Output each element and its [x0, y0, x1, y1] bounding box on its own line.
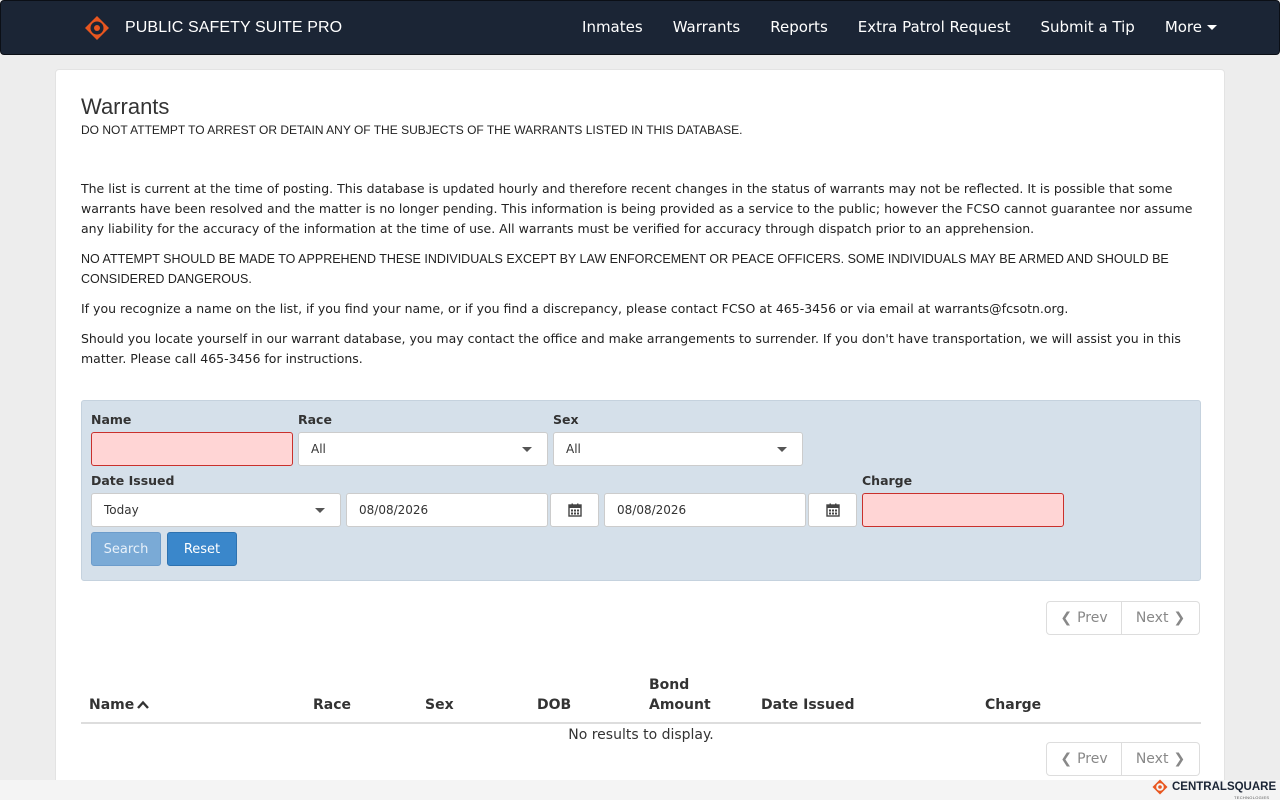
column-header-race[interactable]: Race — [313, 695, 351, 715]
disclaimer-paragraph: The list is current at the time of posti… — [81, 181, 1193, 236]
centralsquare-logo-icon — [1152, 779, 1168, 795]
race-select[interactable]: All — [298, 432, 548, 466]
race-select-value: All — [311, 442, 326, 456]
charge-input[interactable] — [862, 493, 1064, 527]
calendar-icon — [567, 503, 582, 517]
calendar-icon — [825, 503, 840, 517]
nav-extra-patrol-request[interactable]: Extra Patrol Request — [858, 18, 1011, 36]
date-issued-select[interactable]: Today — [91, 493, 341, 527]
dropdown-arrow-icon — [315, 508, 325, 513]
nav-inmates[interactable]: Inmates — [582, 18, 643, 36]
dropdown-arrow-icon — [522, 447, 532, 452]
next-page-button[interactable]: Next ❯ — [1122, 742, 1200, 776]
chevron-right-icon: ❯ — [1173, 610, 1186, 626]
date-issued-value: Today — [104, 503, 139, 517]
sex-label: Sex — [553, 412, 579, 427]
top-pagination: ❮ Prev Next ❯ — [1046, 601, 1200, 635]
sex-select-value: All — [566, 442, 581, 456]
sex-select[interactable]: All — [553, 432, 803, 466]
centralsquare-subtext: TECHNOLOGIES — [1234, 795, 1270, 800]
brand-name: PUBLIC SAFETY SUITE PRO — [125, 19, 343, 36]
search-form: Name Race All Sex All Date Issued Today … — [81, 400, 1201, 581]
name-label: Name — [91, 412, 132, 427]
column-header-sex[interactable]: Sex — [425, 695, 454, 715]
nav-submit-a-tip[interactable]: Submit a Tip — [1040, 18, 1134, 36]
page-title: Warrants — [81, 94, 170, 119]
name-input[interactable] — [91, 432, 293, 466]
chevron-right-icon: ❯ — [1173, 751, 1186, 767]
top-navbar: PUBLIC SAFETY SUITE PRO Inmates Warrants… — [0, 0, 1280, 55]
prev-label: Prev — [1077, 751, 1108, 767]
column-header-charge[interactable]: Charge — [985, 695, 1041, 715]
caret-down-icon — [1207, 24, 1217, 30]
brand[interactable]: PUBLIC SAFETY SUITE PRO — [84, 15, 342, 41]
main-nav: Inmates Warrants Reports Extra Patrol Re… — [552, 18, 1217, 36]
nav-more-label: More — [1164, 18, 1202, 36]
next-page-button[interactable]: Next ❯ — [1122, 601, 1200, 635]
main-panel: Warrants DO NOT ATTEMPT TO ARREST OR DET… — [55, 69, 1225, 789]
prev-label: Prev — [1077, 610, 1108, 626]
search-button[interactable]: Search — [91, 532, 161, 566]
column-header-bond-amount[interactable]: Bond Amount — [649, 675, 724, 715]
warning-paragraph: NO ATTEMPT SHOULD BE MADE TO APPREHEND T… — [81, 252, 1169, 286]
bottom-pagination: ❮ Prev Next ❯ — [1046, 742, 1200, 776]
column-header-name-label: Name — [89, 697, 135, 713]
prev-page-button[interactable]: ❮ Prev — [1046, 742, 1122, 776]
nav-more-dropdown[interactable]: More — [1165, 18, 1217, 36]
brand-logo-icon — [85, 16, 109, 40]
race-label: Race — [298, 412, 332, 427]
nav-reports[interactable]: Reports — [770, 18, 828, 36]
empty-results-message: No results to display. — [568, 727, 714, 743]
reset-button[interactable]: Reset — [167, 532, 237, 566]
chevron-left-icon: ❮ — [1060, 751, 1073, 767]
footer-strip — [0, 780, 1280, 800]
column-header-date-issued[interactable]: Date Issued — [761, 695, 855, 715]
page-subtitle: DO NOT ATTEMPT TO ARREST OR DETAIN ANY O… — [81, 123, 743, 137]
next-label: Next — [1135, 610, 1169, 626]
surrender-paragraph: Should you locate yourself in our warran… — [81, 331, 1181, 366]
date-from-calendar-button[interactable] — [550, 493, 599, 527]
date-issued-label: Date Issued — [91, 473, 175, 488]
centralsquare-logo[interactable]: CENTRALSQUARE — [1152, 779, 1276, 795]
charge-label: Charge — [862, 473, 913, 488]
sort-ascending-icon — [137, 700, 150, 709]
column-header-name[interactable]: Name — [89, 695, 150, 715]
date-to-calendar-button[interactable] — [808, 493, 857, 527]
next-label: Next — [1135, 751, 1169, 767]
contact-paragraph: If you recognize a name on the list, if … — [81, 301, 1069, 316]
chevron-left-icon: ❮ — [1060, 610, 1073, 626]
date-from-input[interactable]: 08/08/2026 — [346, 493, 548, 527]
column-header-dob[interactable]: DOB — [537, 695, 571, 715]
dropdown-arrow-icon — [777, 447, 787, 452]
nav-warrants[interactable]: Warrants — [673, 18, 741, 36]
date-to-input[interactable]: 08/08/2026 — [604, 493, 806, 527]
centralsquare-wordmark: CENTRALSQUARE — [1172, 781, 1277, 793]
prev-page-button[interactable]: ❮ Prev — [1046, 601, 1122, 635]
table-header-divider — [81, 722, 1201, 724]
